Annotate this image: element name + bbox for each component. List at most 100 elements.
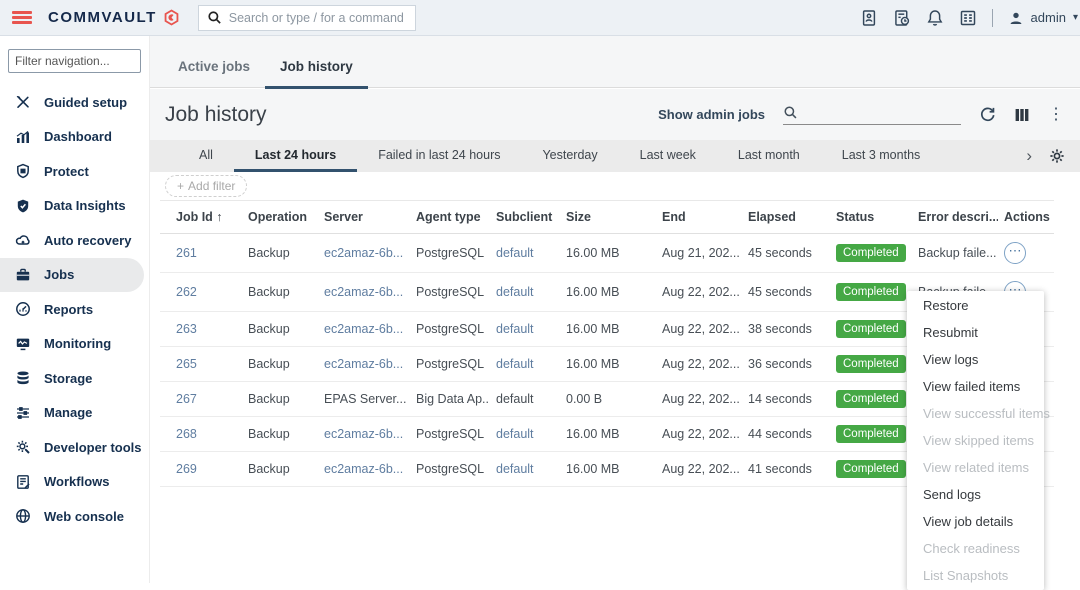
command-search[interactable] [198, 5, 416, 31]
column-header-job-id[interactable]: Job Id ↑ [160, 201, 242, 234]
tab-job-history[interactable]: Job history [265, 59, 368, 89]
user-menu[interactable]: admin ▾ [1008, 10, 1078, 26]
server: ec2amaz-6b... [318, 312, 410, 347]
agent-type: PostgreSQL [410, 234, 490, 273]
subclient-link[interactable]: default [496, 322, 534, 336]
show-admin-jobs-button[interactable]: Show admin jobs [658, 107, 765, 122]
job-id-link[interactable]: 263 [176, 322, 197, 336]
subclient-link[interactable]: default [496, 427, 534, 441]
filter-tab-all[interactable]: All [178, 140, 234, 172]
chevron-right-icon[interactable]: › [1026, 147, 1032, 166]
column-header-subclient[interactable]: Subclient [490, 201, 560, 234]
sidebar-item-dashboard[interactable]: Dashboard [0, 120, 149, 155]
agent-type-text: PostgreSQL [416, 322, 484, 336]
sidebar-item-auto-recovery[interactable]: Auto recovery [0, 223, 149, 258]
commvault-hexagon-icon [163, 9, 180, 26]
kebab-menu-icon[interactable]: ⋮ [1048, 108, 1064, 122]
sidebar-item-workflows[interactable]: Workflows [0, 465, 149, 500]
column-header-operation[interactable]: Operation [242, 201, 318, 234]
menu-item-view-logs[interactable]: View logs [907, 346, 1044, 373]
job-id-link[interactable]: 262 [176, 285, 197, 299]
agent-type: PostgreSQL [410, 452, 490, 487]
size-text: 16.00 MB [566, 462, 620, 476]
server-link[interactable]: ec2amaz-6b... [324, 357, 403, 371]
subclient-link[interactable]: default [496, 462, 534, 476]
commvault-logo: COMMVAULT [48, 9, 180, 26]
subclient-text: default [496, 392, 534, 406]
filter-tab-last-month[interactable]: Last month [717, 140, 821, 172]
column-header-end[interactable]: End [656, 201, 742, 234]
job-id: 263 [160, 312, 242, 347]
filter-tab-last-week[interactable]: Last week [619, 140, 717, 172]
server-link[interactable]: ec2amaz-6b... [324, 322, 403, 336]
subclient: default [490, 347, 560, 382]
time-filter-strip: AllLast 24 hoursFailed in last 24 hoursY… [150, 140, 1080, 172]
schedule-icon[interactable] [893, 9, 911, 27]
column-header-agent-type[interactable]: Agent type [410, 201, 490, 234]
agent-type-text: PostgreSQL [416, 462, 484, 476]
subclient-link[interactable]: default [496, 357, 534, 371]
subclient-link[interactable]: default [496, 246, 534, 260]
table-search-input[interactable] [783, 105, 961, 125]
columns-icon[interactable] [1014, 107, 1030, 123]
server-link[interactable]: ec2amaz-6b... [324, 462, 403, 476]
column-header-error-descri[interactable]: Error descri... [912, 201, 998, 234]
menu-item-view-job-details[interactable]: View job details [907, 508, 1044, 535]
column-header-size[interactable]: Size [560, 201, 656, 234]
subclient-link[interactable]: default [496, 285, 534, 299]
plus-icon: + [177, 179, 184, 193]
sidebar-item-guided-setup[interactable]: Guided setup [0, 85, 149, 120]
menu-item-restore[interactable]: Restore [907, 292, 1044, 319]
sidebar-item-monitoring[interactable]: Monitoring [0, 327, 149, 362]
table-row: 261Backupec2amaz-6b...PostgreSQLdefault1… [160, 234, 1054, 273]
sidebar-item-jobs[interactable]: Jobs [0, 258, 144, 293]
sidebar-item-developer-tools[interactable]: Developer tools [0, 430, 149, 465]
sidebar-item-reports[interactable]: Reports [0, 292, 149, 327]
column-header-status[interactable]: Status [830, 201, 912, 234]
filter-tab-last-3-months[interactable]: Last 3 months [821, 140, 942, 172]
job-id-link[interactable]: 268 [176, 427, 197, 441]
server-link[interactable]: ec2amaz-6b... [324, 246, 403, 260]
sidebar-item-data-insights[interactable]: Data Insights [0, 189, 149, 224]
cloud-recovery-icon [15, 232, 31, 248]
filter-tab-failed-in-last-24-hours[interactable]: Failed in last 24 hours [357, 140, 521, 172]
server-link[interactable]: ec2amaz-6b... [324, 285, 403, 299]
sidebar-item-storage[interactable]: Storage [0, 361, 149, 396]
sidebar-item-label: Web console [44, 509, 124, 524]
column-header-server[interactable]: Server [318, 201, 410, 234]
search-icon [783, 105, 798, 120]
job-id-link[interactable]: 267 [176, 392, 197, 406]
sidebar-item-protect[interactable]: Protect [0, 154, 149, 189]
gear-icon[interactable] [1049, 148, 1065, 164]
document-icon[interactable] [860, 9, 878, 27]
sidebar-filter-input[interactable] [8, 49, 141, 73]
menu-item-view-skipped-items: View skipped items [907, 427, 1044, 454]
sidebar-item-label: Storage [44, 371, 92, 386]
column-header-elapsed[interactable]: Elapsed [742, 201, 830, 234]
server: ec2amaz-6b... [318, 452, 410, 487]
user-icon [1008, 10, 1024, 26]
size: 16.00 MB [560, 347, 656, 382]
menu-item-resubmit[interactable]: Resubmit [907, 319, 1044, 346]
ellipsis-action-icon[interactable]: ⋯ [1004, 242, 1026, 264]
refresh-icon[interactable] [979, 106, 996, 123]
apps-grid-icon[interactable] [959, 9, 977, 27]
hamburger-icon[interactable] [12, 11, 32, 24]
bell-icon[interactable] [926, 9, 944, 27]
job-id-link[interactable]: 269 [176, 462, 197, 476]
menu-item-send-logs[interactable]: Send logs [907, 481, 1044, 508]
job-id-link[interactable]: 261 [176, 246, 197, 260]
sidebar-item-manage[interactable]: Manage [0, 396, 149, 431]
add-filter-button[interactable]: + Add filter [165, 175, 247, 197]
tab-active-jobs[interactable]: Active jobs [163, 59, 265, 89]
job-id-link[interactable]: 265 [176, 357, 197, 371]
filter-tab-yesterday[interactable]: Yesterday [521, 140, 618, 172]
server-link[interactable]: ec2amaz-6b... [324, 427, 403, 441]
status: Completed [830, 417, 912, 452]
column-header-actions[interactable]: Actions [998, 201, 1054, 234]
sidebar-item-label: Reports [44, 302, 93, 317]
filter-tab-last-24-hours[interactable]: Last 24 hours [234, 140, 357, 172]
menu-item-view-failed-items[interactable]: View failed items [907, 373, 1044, 400]
sidebar-item-web-console[interactable]: Web console [0, 499, 149, 534]
command-search-input[interactable] [229, 11, 407, 25]
